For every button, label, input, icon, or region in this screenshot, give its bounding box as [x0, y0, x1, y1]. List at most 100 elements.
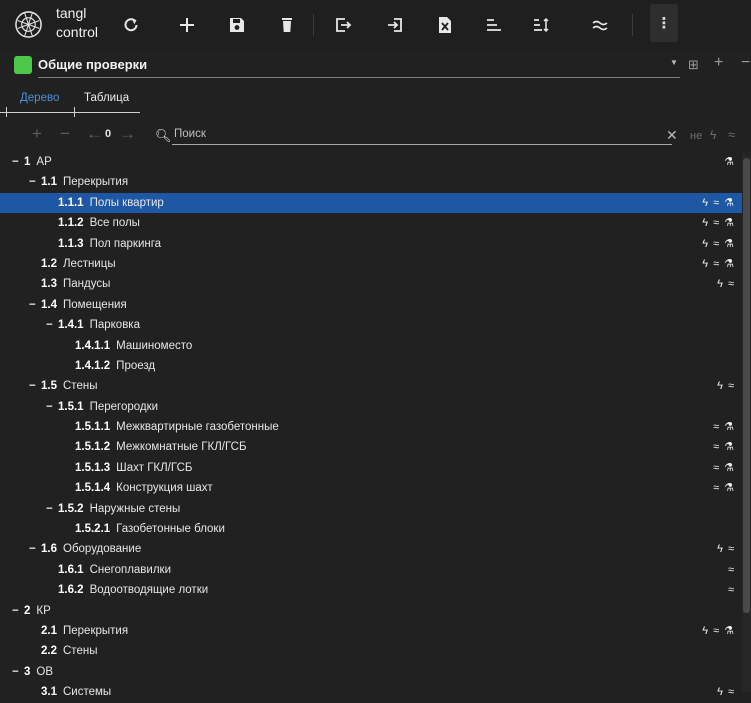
- add-button[interactable]: [171, 8, 203, 42]
- filter-approx-icon[interactable]: ≈: [728, 127, 735, 142]
- tree-row-number: 1.6.2: [58, 584, 84, 597]
- tree-row[interactable]: −1.5 Стены ϟ ≈: [0, 376, 742, 396]
- tangl-logo-icon: [15, 11, 42, 38]
- tree-row[interactable]: 1.1.3 Пол паркинга ϟ ≈ ⚗: [0, 234, 742, 254]
- tree-row-number: 1.4.1.2: [75, 359, 111, 372]
- tree-toggle[interactable]: −: [29, 376, 41, 396]
- tree-row-flags: ϟ ≈: [717, 376, 734, 396]
- tree-row[interactable]: −1.4.1 Парковка: [0, 315, 742, 335]
- scrollbar-thumb[interactable]: [743, 158, 750, 613]
- remove-check-set-button[interactable]: −: [741, 54, 750, 72]
- tab-tree[interactable]: Дерево: [20, 92, 59, 104]
- tree-row[interactable]: 1.1.2 Все полы ϟ ≈ ⚗: [0, 213, 742, 233]
- approx-icon: ≈: [713, 482, 720, 495]
- tree-toggle[interactable]: −: [46, 499, 58, 519]
- tree-row[interactable]: 1.4.1.2 Проезд: [0, 356, 742, 376]
- tree-row-label: Перекрытия: [63, 176, 129, 189]
- tree-row[interactable]: −1.6 Оборудование ϟ ≈: [0, 539, 742, 559]
- tree-toggle[interactable]: −: [29, 172, 41, 192]
- tree-row[interactable]: 1.6.2 Водоотводящие лотки ≈: [0, 580, 742, 600]
- tree-toggle[interactable]: −: [29, 295, 41, 315]
- approx-button[interactable]: [584, 8, 616, 42]
- tree-row[interactable]: 1.1.1 Полы квартир ϟ ≈ ⚗: [0, 192, 742, 214]
- logo-line2: control: [56, 24, 99, 40]
- tree-row[interactable]: 1.4.1.1 Машиноместо: [0, 336, 742, 356]
- refresh-button[interactable]: [115, 8, 147, 42]
- sort-button[interactable]: [525, 8, 557, 42]
- tree-row[interactable]: 1.3 Пандусы ϟ ≈: [0, 274, 742, 294]
- dropdown-caret-icon[interactable]: ▼: [670, 58, 678, 67]
- tree-toggle[interactable]: −: [46, 315, 58, 335]
- arrow-left-icon[interactable]: ←: [86, 125, 103, 142]
- more-options-button[interactable]: ⋮: [650, 4, 678, 42]
- tree-row-label: Снегоплавилки: [89, 563, 171, 576]
- tree-toggle[interactable]: −: [12, 601, 24, 621]
- export-icon: [336, 18, 352, 32]
- approx-icon: [592, 20, 608, 31]
- approx-icon: ≈: [727, 584, 734, 597]
- save-button[interactable]: [221, 8, 253, 42]
- tree-toggle[interactable]: −: [29, 539, 41, 559]
- tree-row[interactable]: 3.1 Системы ϟ ≈: [0, 682, 742, 702]
- tree-row[interactable]: −1.1 Перекрытия: [0, 172, 742, 192]
- tree-row-label: Наружные стены: [89, 502, 181, 515]
- tree-row[interactable]: 1.2 Лестницы ϟ ≈ ⚗: [0, 254, 742, 274]
- tree-row[interactable]: −2 КР: [0, 601, 742, 621]
- tree-row[interactable]: −1 АР ⚗: [0, 152, 742, 172]
- tree-row[interactable]: 1.5.1.1 Межквартирные газобетонные ≈ ⚗: [0, 417, 742, 437]
- bolt-icon: ϟ: [717, 686, 723, 699]
- add-check-set-button[interactable]: +: [714, 54, 723, 72]
- excel-button[interactable]: [429, 8, 461, 42]
- check-set-select[interactable]: Общие проверки: [38, 57, 147, 72]
- refresh-icon: [124, 18, 138, 32]
- tree-row[interactable]: 1.6.1 Снегоплавилки ≈: [0, 560, 742, 580]
- table-view-icon[interactable]: ⊞: [688, 57, 699, 73]
- tab-divider: [6, 107, 7, 117]
- tree-row[interactable]: −1.5.2 Наружные стены: [0, 499, 742, 519]
- filter-not-toggle[interactable]: не: [690, 130, 702, 142]
- arrow-right-icon[interactable]: →: [119, 125, 136, 142]
- approx-icon: ≈: [727, 278, 734, 291]
- tree-row-number: 1.5.2.1: [75, 523, 111, 536]
- expand-all-button[interactable]: +: [32, 125, 42, 142]
- tree-row[interactable]: 2.2 Стены: [0, 641, 742, 661]
- search-counter: 0: [105, 128, 112, 140]
- import-button[interactable]: [379, 8, 411, 42]
- align-button[interactable]: [478, 8, 510, 42]
- export-button[interactable]: [327, 8, 359, 42]
- tree-row[interactable]: 1.5.1.2 Межкомнатные ГКЛ/ГСБ ≈ ⚗: [0, 437, 742, 457]
- toolbar-divider: [632, 14, 633, 36]
- tree-toggle[interactable]: −: [12, 152, 24, 172]
- search-input[interactable]: [174, 126, 669, 142]
- tree-row-flags: ≈ ⚗: [713, 478, 734, 498]
- tree-row-number: 1.5.1.3: [75, 461, 111, 474]
- tree-row[interactable]: 1.5.2.1 Газобетонные блоки: [0, 519, 742, 539]
- tree-row-label: Межкомнатные ГКЛ/ГСБ: [116, 441, 247, 454]
- tree-row[interactable]: −3 ОВ: [0, 662, 742, 682]
- tree-row-flags: ≈ ⚗: [713, 437, 734, 457]
- tree-row-label: Газобетонные блоки: [116, 523, 225, 536]
- tree-row-number: 2.1: [41, 624, 57, 637]
- bolt-icon: ϟ: [702, 196, 709, 209]
- approx-icon: ≈: [713, 441, 720, 454]
- tree-row-label: Перегородки: [89, 400, 159, 413]
- bolt-icon: ϟ: [717, 278, 723, 291]
- tree-toggle[interactable]: −: [46, 397, 58, 417]
- logo-line1: tangl: [56, 5, 87, 21]
- flask-icon: ⚗: [724, 217, 734, 230]
- tree-row[interactable]: 2.1 Перекрытия ϟ ≈ ⚗: [0, 621, 742, 641]
- tree-row-label: Машиноместо: [116, 339, 193, 352]
- tree-row[interactable]: −1.4 Помещения: [0, 295, 742, 315]
- tree-row-label: КР: [36, 604, 51, 617]
- tab-table[interactable]: Таблица: [84, 92, 129, 104]
- delete-button[interactable]: [271, 8, 303, 42]
- tree-row[interactable]: 1.5.1.3 Шахт ГКЛ/ГСБ ≈ ⚗: [0, 458, 742, 478]
- app-logo-text: tangl control: [56, 4, 98, 42]
- tree-row-flags: ϟ ≈ ⚗: [702, 621, 734, 641]
- tree-row[interactable]: −1.5.1 Перегородки: [0, 397, 742, 417]
- tree-row[interactable]: 1.5.1.4 Конструкция шахт ≈ ⚗: [0, 478, 742, 498]
- collapse-all-button[interactable]: −: [60, 125, 70, 142]
- filter-bolt-icon[interactable]: ϟ: [710, 128, 716, 142]
- tree-toggle[interactable]: −: [12, 662, 24, 682]
- clear-search-icon[interactable]: ✕: [666, 127, 678, 144]
